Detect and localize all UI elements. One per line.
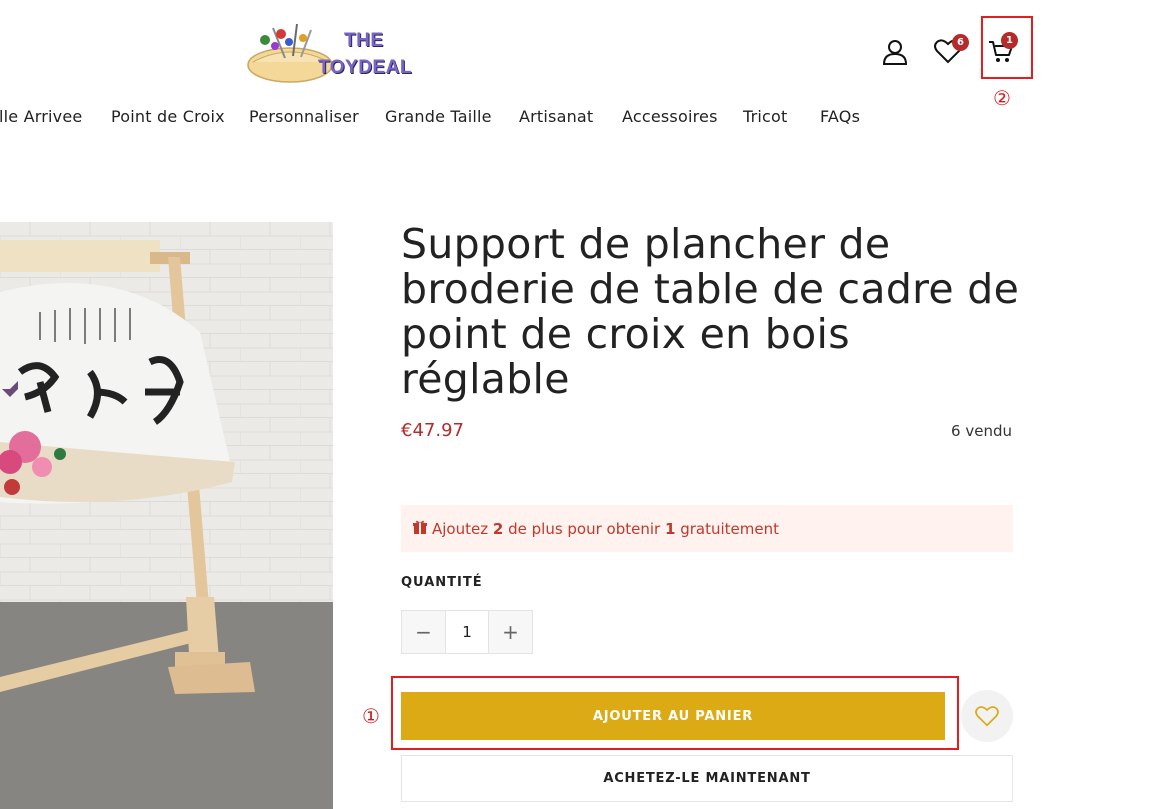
nav-item-grande-taille[interactable]: Grande Taille — [385, 107, 492, 126]
promo-count: 2 — [492, 519, 504, 538]
nav-item-artisanat[interactable]: Artisanat — [519, 107, 593, 126]
nav-item-faqs[interactable]: FAQs — [820, 107, 860, 126]
quantity-label: QUANTITÉ — [401, 575, 483, 590]
quantity-decrease-button[interactable]: − — [402, 611, 445, 653]
account-button[interactable] — [881, 38, 909, 70]
annotation-box-cart — [981, 16, 1033, 79]
promo-text-suffix: gratuitement — [680, 519, 779, 538]
annotation-box-add-to-cart — [391, 676, 959, 750]
promo-banner: Ajoutez 2 de plus pour obtenir 1 gratuit… — [401, 505, 1013, 552]
gift-icon — [413, 520, 427, 538]
nav-item-personnaliser[interactable]: Personnaliser — [249, 107, 359, 126]
wishlist-count-badge: 6 — [952, 34, 969, 51]
annotation-number-two: ② — [993, 86, 1011, 110]
heart-outline-icon — [975, 706, 999, 727]
logo-text-toydeal: TOYDEAL — [318, 57, 412, 78]
quantity-increase-button[interactable]: + — [489, 611, 532, 653]
quantity-stepper: − 1 + — [401, 610, 533, 654]
sold-count: 6 vendu — [951, 422, 1012, 440]
nav-item-point-de-croix[interactable]: Point de Croix — [111, 107, 225, 126]
product-price: €47.97 — [401, 420, 464, 441]
nav-item-tricot[interactable]: Tricot — [743, 107, 788, 126]
buy-now-button[interactable]: ACHETEZ-LE MAINTENANT — [401, 755, 1013, 802]
user-icon — [882, 40, 908, 65]
promo-text-prefix: Ajoutez — [432, 519, 489, 538]
product-title: Support de plancher de broderie de table… — [401, 220, 1020, 403]
product-image[interactable] — [0, 222, 333, 809]
promo-free-count: 1 — [664, 519, 676, 538]
logo-text-the: THE — [344, 30, 384, 51]
wishlist-button[interactable]: 6 — [934, 34, 969, 68]
quantity-input[interactable]: 1 — [445, 611, 489, 653]
promo-text-middle: de plus pour obtenir — [508, 519, 661, 538]
annotation-number-one: ① — [362, 704, 380, 728]
embroidery-frame-photo — [0, 222, 333, 809]
add-to-wishlist-button[interactable] — [961, 690, 1013, 742]
nav-item-nouvelle-arrivee[interactable]: lle Arrivee — [0, 107, 82, 126]
nav-item-accessoires[interactable]: Accessoires — [622, 107, 718, 126]
